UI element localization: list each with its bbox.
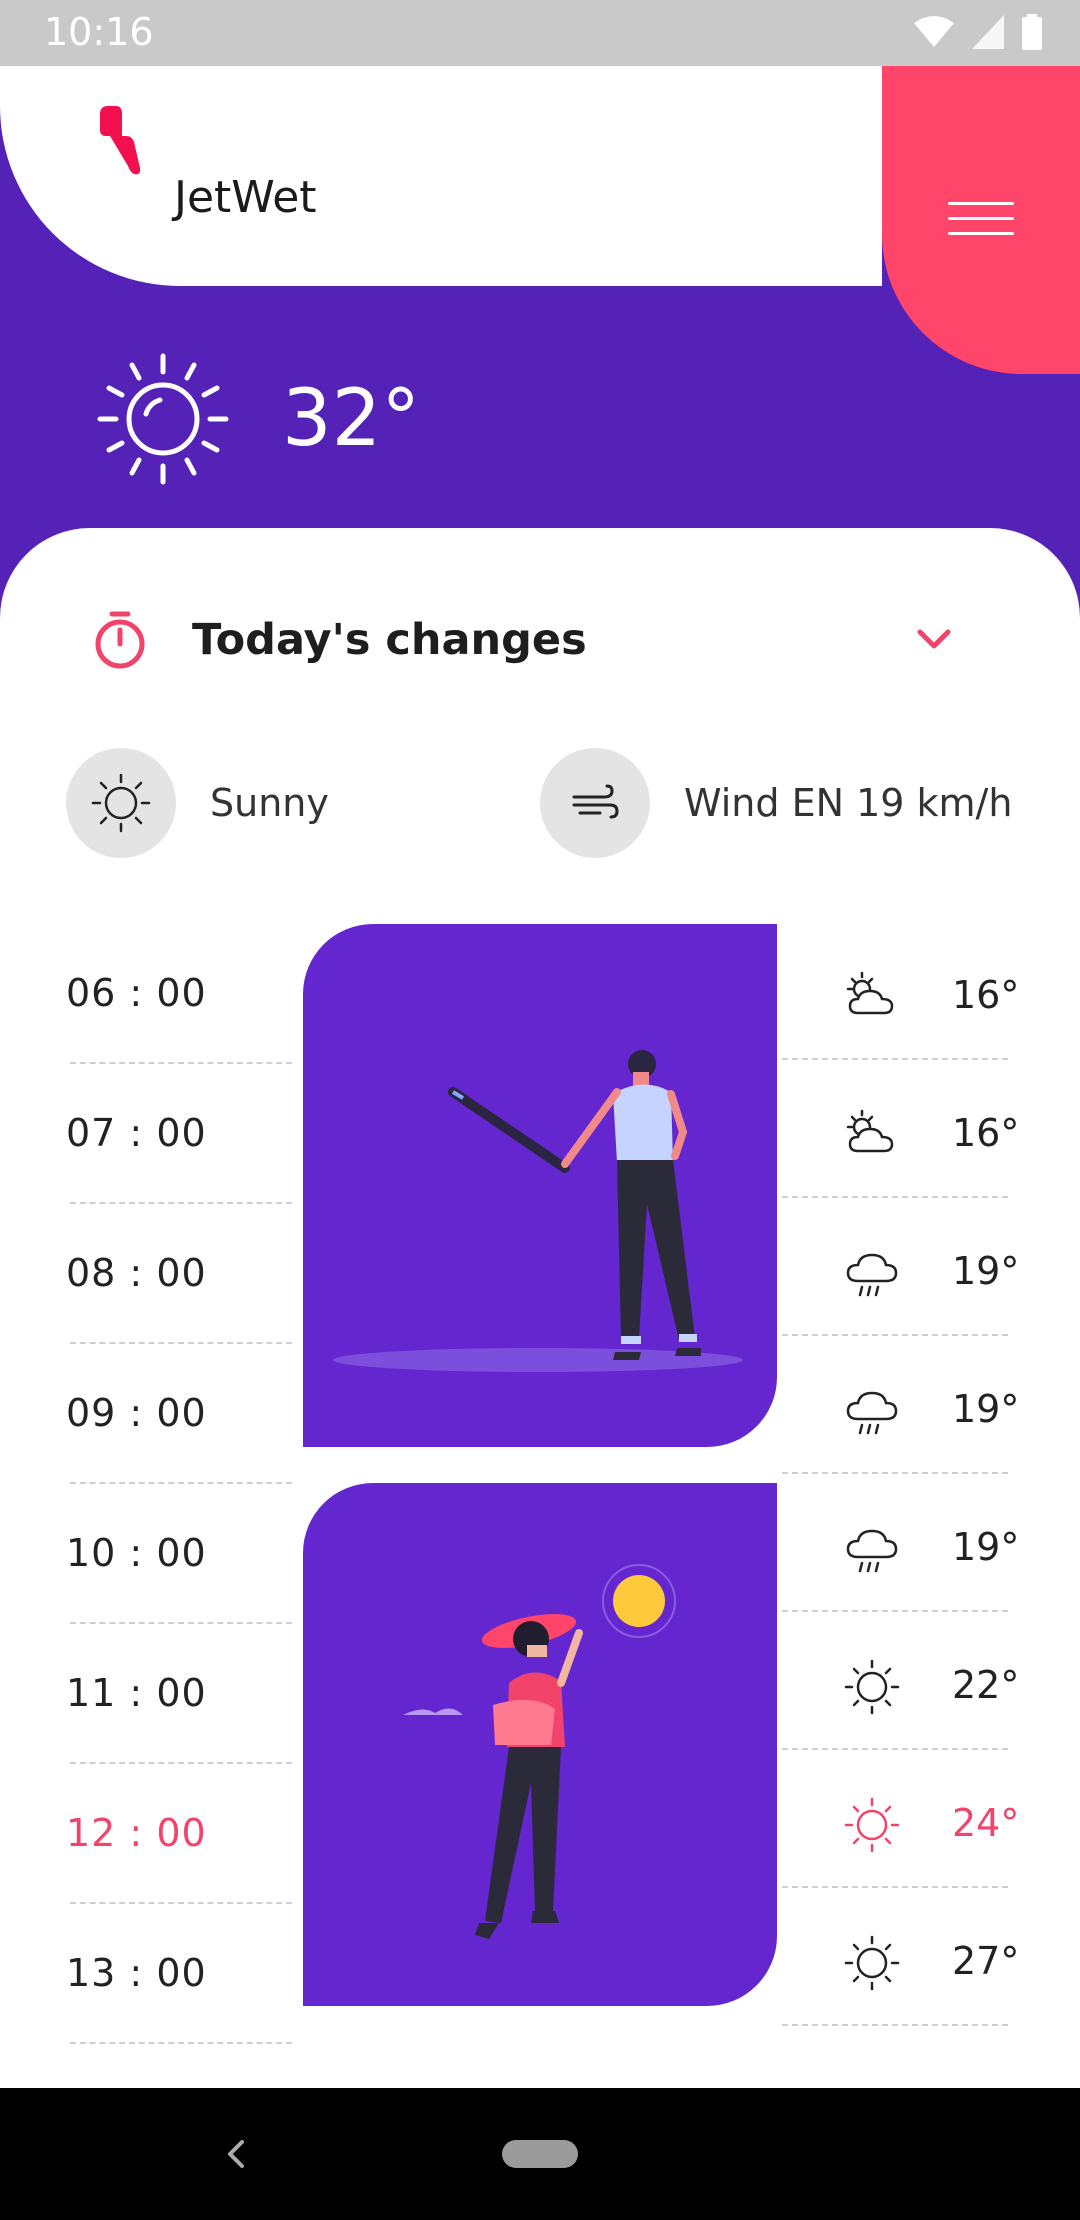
forecast-temp: 27° [952, 1939, 1020, 1983]
divider [70, 1622, 292, 1624]
hour-label: 07 : 00 [66, 1111, 207, 1155]
forecast-temp: 19° [952, 1525, 1020, 1569]
divider [782, 1610, 1008, 1612]
hour-label: 11 : 00 [66, 1671, 207, 1715]
condition-chip-sunny: Sunny [66, 748, 329, 858]
hour-row[interactable]: 13 : 00 [66, 1905, 296, 2045]
divider [70, 1902, 292, 1904]
forecast-row-active[interactable]: 24° [782, 1753, 1022, 1891]
divider [70, 1062, 292, 1064]
hour-row[interactable]: 09 : 00 [66, 1345, 296, 1485]
hour-row[interactable]: 06 : 00 [66, 925, 296, 1065]
forecast-temp: 22° [952, 1663, 1020, 1707]
divider [70, 2042, 292, 2044]
divider [782, 2024, 1008, 2026]
divider [782, 1748, 1008, 1750]
man-with-umbrella-illustration [333, 1050, 743, 1372]
todays-changes-title: Today's changes [192, 615, 587, 665]
status-icons [914, 14, 1042, 50]
forecast-row[interactable]: 22° [782, 1615, 1022, 1753]
condition-label: Wind EN 19 km/h [684, 781, 1013, 825]
divider [782, 1196, 1008, 1198]
hour-label: 09 : 00 [66, 1391, 207, 1435]
status-bar: 10:16 [0, 0, 1080, 66]
forecast-temp: 16° [952, 1111, 1020, 1155]
header-card [0, 66, 882, 286]
hour-row-active[interactable]: 12 : 00 [66, 1765, 296, 1905]
divider [782, 1058, 1008, 1060]
rain-cloud-icon [846, 1253, 898, 1297]
illustration-card-umbrella [303, 924, 777, 1447]
wind-icon [572, 784, 619, 819]
todays-changes-header[interactable]: Today's changes [92, 600, 992, 680]
hour-row[interactable]: 08 : 00 [66, 1205, 296, 1345]
hour-label: 08 : 00 [66, 1251, 207, 1295]
rain-cloud-icon [846, 1391, 898, 1435]
hour-row[interactable]: 11 : 00 [66, 1625, 296, 1765]
divider [70, 1342, 292, 1344]
hours-list: 06 : 00 07 : 00 08 : 00 09 : 00 10 : 00 … [66, 925, 296, 2045]
woman-in-sun-illustration [403, 1564, 676, 1939]
divider [782, 1472, 1008, 1474]
sun-icon [844, 1935, 900, 1991]
battery-icon [1022, 14, 1042, 50]
condition-label: Sunny [210, 781, 329, 825]
condition-chip-wind: Wind EN 19 km/h [540, 748, 1012, 858]
sun-icon [91, 773, 151, 833]
condition-icon-circle [66, 748, 176, 858]
partly-cloudy-icon [846, 1109, 894, 1153]
current-temperature: 32° [282, 374, 421, 464]
chevron-down-icon[interactable] [916, 622, 952, 658]
condition-icon-circle [540, 748, 650, 858]
hamburger-menu-icon[interactable] [948, 202, 1014, 236]
forecast-temp: 16° [952, 973, 1020, 1017]
forecast-list: 16° 16° 19° 19° 19° 22° 24° 27° [782, 925, 1022, 2029]
hour-row[interactable]: 10 : 00 [66, 1485, 296, 1625]
sun-icon [97, 353, 229, 485]
divider [70, 1202, 292, 1204]
hour-label: 10 : 00 [66, 1531, 207, 1575]
back-icon[interactable] [222, 2136, 250, 2172]
forecast-row[interactable]: 27° [782, 1891, 1022, 2029]
signal-icon [972, 15, 1004, 49]
wifi-icon [914, 16, 954, 47]
divider [70, 1482, 292, 1484]
timer-icon [95, 611, 145, 669]
app-logo-icon [100, 106, 141, 175]
divider [70, 1762, 292, 1764]
forecast-temp: 19° [952, 1387, 1020, 1431]
hour-row[interactable]: 07 : 00 [66, 1065, 296, 1205]
forecast-row[interactable]: 16° [782, 1063, 1022, 1201]
app-name: JetWet [174, 172, 317, 223]
forecast-row[interactable]: 19° [782, 1477, 1022, 1615]
divider [782, 1886, 1008, 1888]
illustration-card-sunny [303, 1483, 777, 2006]
forecast-row[interactable]: 19° [782, 1339, 1022, 1477]
rain-cloud-icon [846, 1529, 898, 1573]
hour-label: 13 : 00 [66, 1951, 207, 1995]
sun-icon [844, 1659, 900, 1715]
status-time: 10:16 [44, 10, 154, 54]
sun-icon [844, 1797, 900, 1853]
forecast-row[interactable]: 16° [782, 925, 1022, 1063]
partly-cloudy-icon [846, 971, 894, 1015]
home-pill-button[interactable] [502, 2140, 578, 2168]
hour-label: 12 : 00 [66, 1811, 207, 1855]
hour-label: 06 : 00 [66, 971, 207, 1015]
current-weather: 32° [96, 352, 420, 486]
forecast-temp: 19° [952, 1249, 1020, 1293]
forecast-temp: 24° [952, 1801, 1020, 1845]
forecast-row[interactable]: 19° [782, 1201, 1022, 1339]
divider [782, 1334, 1008, 1336]
